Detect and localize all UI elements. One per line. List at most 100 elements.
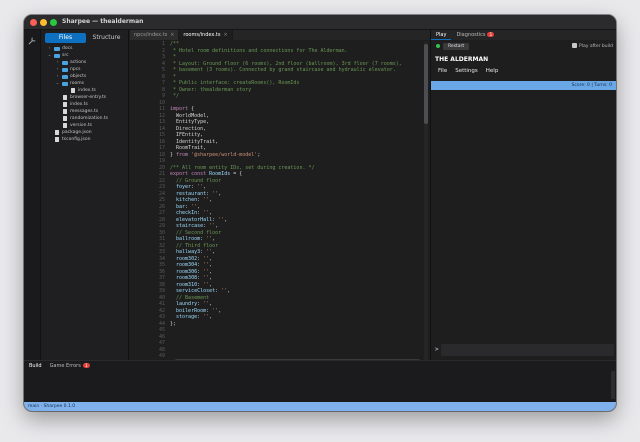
bottom-panel-tabs: Build Game Errors 1	[29, 363, 90, 369]
close-tab-icon[interactable]: ×	[223, 32, 227, 38]
checkbox-icon[interactable]	[572, 43, 578, 48]
command-prompt-row: >	[431, 343, 616, 357]
close-tab-icon[interactable]: ×	[170, 32, 174, 38]
code-token: * basement (3 rooms). Connected by grand…	[170, 67, 396, 73]
play-after-build-toggle[interactable]: Play after build	[572, 43, 613, 50]
code-token: {	[188, 106, 195, 112]
tab-play[interactable]: Play	[431, 30, 452, 40]
editor-tab-rooms-index[interactable]: rooms/index.ts ×	[179, 30, 233, 40]
chevron-right-icon[interactable]: ›	[55, 59, 60, 66]
tree-file[interactable]: randomization.ts	[41, 115, 129, 122]
game-menu-settings[interactable]: Settings	[455, 68, 478, 74]
editor-tab-label: rooms/index.ts	[183, 32, 221, 38]
tree-file[interactable]: package.json	[41, 129, 129, 136]
code-token: ,	[227, 288, 231, 294]
tab-play-label: Play	[436, 32, 447, 38]
code-token: ,	[224, 216, 228, 223]
chevron-right-icon[interactable]: ›	[47, 45, 52, 52]
code-token: room310	[170, 281, 198, 288]
close-window-button[interactable]	[30, 19, 37, 26]
code-token: hallway3	[170, 249, 201, 255]
code-token: ,	[209, 268, 213, 275]
window-title: Sharpee — thealderman	[62, 18, 144, 25]
command-input[interactable]	[441, 344, 614, 356]
chevron-down-icon[interactable]: ⌄	[55, 80, 60, 87]
tree-folder-docs[interactable]: › docs	[41, 45, 129, 52]
build-output	[24, 372, 610, 403]
code-token: WorldModel,	[170, 112, 210, 119]
tree-file[interactable]: version.ts	[41, 122, 129, 129]
code-token: foyer	[170, 184, 192, 190]
code-token: ,	[209, 262, 213, 268]
tab-diagnostics[interactable]: Diagnostics 1	[451, 30, 499, 40]
tree-folder-rooms[interactable]: ⌄ rooms	[41, 80, 129, 87]
editor-vertical-scrollbar[interactable]	[424, 42, 428, 360]
code-token: laundry	[170, 301, 198, 307]
line-number: 49	[158, 353, 165, 359]
code-token: from	[176, 151, 189, 158]
file-icon	[71, 88, 75, 93]
game-menu-help[interactable]: Help	[486, 68, 499, 74]
code-text-area[interactable]: /** * Hotel room definitions and connect…	[170, 41, 422, 361]
code-token: ;	[257, 151, 261, 158]
tree-folder-objects[interactable]: › objects	[41, 73, 129, 80]
scrollbar-thumb[interactable]	[424, 44, 428, 124]
tab-diagnostics-label: Diagnostics	[456, 32, 486, 38]
code-token: IFEntity,	[170, 132, 204, 138]
tree-folder-src[interactable]: ⌄ src	[41, 52, 129, 59]
tab-structure[interactable]: Structure	[86, 33, 127, 43]
minimize-window-button[interactable]	[40, 19, 47, 26]
tree-folder-actions[interactable]: › actions	[41, 59, 129, 66]
chevron-right-icon[interactable]: ›	[55, 66, 60, 73]
editor-tab-npcs-index[interactable]: npcs/index.ts ×	[130, 30, 180, 40]
zoom-window-button[interactable]	[50, 19, 57, 26]
tree-file[interactable]: browser-entry.ts	[41, 94, 129, 101]
code-token: ,	[218, 190, 222, 197]
tree-item-label: randomization.ts	[70, 116, 108, 121]
line-number-gutter: 1 2 3 4 5 6 7 8 9 10 11 12 13 14 15 16 17 18 19 20 21 22 23 24 2…	[130, 41, 168, 361]
tree-file[interactable]: messages.ts	[41, 108, 129, 115]
tools-icon[interactable]	[28, 36, 37, 45]
game-menu-file[interactable]: File	[438, 68, 447, 74]
file-icon	[55, 137, 59, 142]
code-token: checkIn	[170, 210, 198, 216]
tab-game-errors[interactable]: Game Errors 1	[50, 363, 90, 369]
code-token: ,	[209, 301, 213, 307]
code-token: ,	[197, 203, 201, 210]
code-token: ,	[203, 184, 207, 190]
prompt-symbol: >	[435, 346, 439, 353]
code-token: export const	[170, 171, 207, 177]
running-status-indicator	[436, 44, 440, 48]
tree-item-label: actions	[70, 60, 87, 65]
restart-button[interactable]: Restart	[443, 43, 470, 50]
code-token: */	[170, 93, 180, 99]
tree-item-label: package.json	[62, 130, 92, 135]
tree-item-label: version.ts	[70, 123, 93, 128]
code-token: = {	[230, 171, 243, 177]
tab-build[interactable]: Build	[29, 363, 42, 369]
diagnostics-count-badge: 1	[487, 32, 495, 37]
code-token: // Second floor	[170, 229, 222, 236]
file-icon	[63, 123, 67, 128]
file-icon	[63, 116, 67, 121]
tab-files[interactable]: Files	[45, 33, 86, 43]
game-output-area	[431, 90, 616, 338]
code-token: ,	[209, 281, 213, 288]
chevron-down-icon[interactable]: ⌄	[47, 52, 52, 59]
code-token: IdentityTrait,	[170, 138, 219, 145]
tree-file[interactable]: tsconfig.json	[41, 136, 129, 143]
folder-icon	[54, 46, 60, 51]
play-after-build-label: Play after build	[579, 44, 613, 49]
tree-folder-npcs[interactable]: › npcs	[41, 66, 129, 73]
tree-item-label: browser-entry.ts	[70, 95, 107, 100]
bottom-panel-scrollbar[interactable]	[611, 371, 615, 399]
tree-item-label: messages.ts	[70, 109, 99, 114]
game-menu-bar: File Settings Help	[438, 68, 498, 74]
code-token: *	[170, 54, 177, 60]
tree-file[interactable]: index.ts	[41, 87, 129, 94]
chevron-right-icon[interactable]: ›	[55, 73, 60, 80]
tree-file[interactable]: index.ts	[41, 101, 129, 108]
app-window: Sharpee — thealderman Files Structure › d…	[24, 15, 616, 411]
code-token: ,	[212, 236, 216, 242]
game-status-line: Score: 0 | Turns: 0	[431, 81, 616, 90]
